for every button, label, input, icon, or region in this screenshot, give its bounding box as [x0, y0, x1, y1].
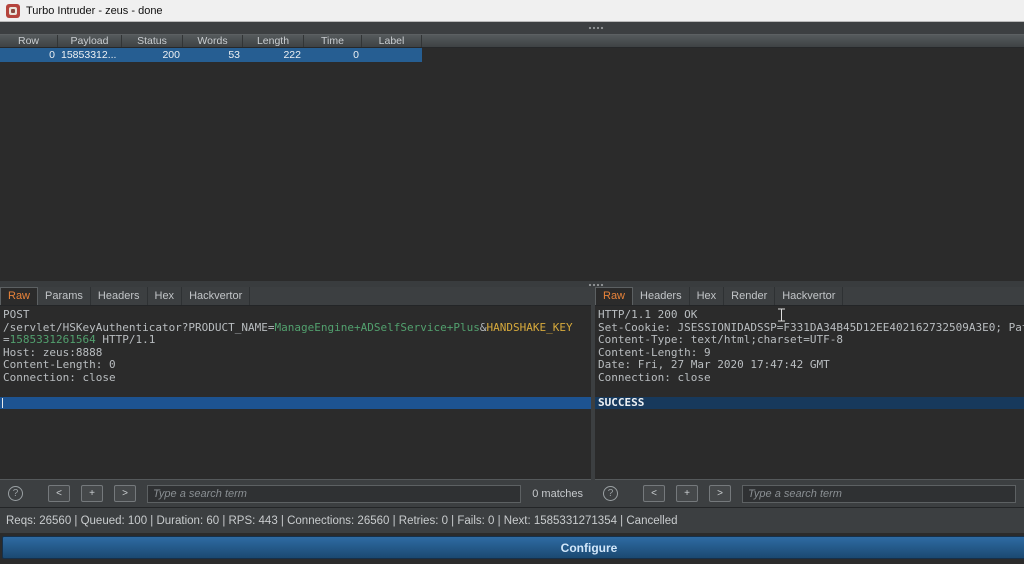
- request-tabbar: Raw Params Headers Hex Hackvertor: [0, 287, 591, 306]
- search-add-button[interactable]: +: [676, 485, 698, 502]
- code-segment: /servlet/HSKeyAuthenticator?PRODUCT_NAME…: [3, 321, 275, 334]
- column-header-length[interactable]: Length: [243, 35, 304, 47]
- column-header-time[interactable]: Time: [304, 35, 362, 47]
- search-prev-button[interactable]: <: [48, 485, 70, 502]
- tab-render[interactable]: Render: [724, 287, 775, 305]
- status-bar: Reqs: 26560 | Queued: 100 | Duration: 60…: [0, 507, 1024, 533]
- cell-words: 53: [183, 48, 243, 62]
- code-segment: SUCCESS: [598, 396, 644, 409]
- response-searchbar: ? < + >: [595, 479, 1024, 507]
- tab-hackvertor[interactable]: Hackvertor: [775, 287, 843, 305]
- code-segment: Set-Cookie: JSESSIONIDADSSP=F331DA34B45D…: [598, 321, 1024, 334]
- cell-status: 200: [122, 48, 183, 62]
- code-segment: Content-Length: 0: [3, 358, 116, 371]
- search-input[interactable]: [147, 485, 521, 503]
- code-segment: Connection: close: [3, 371, 116, 384]
- request-searchbar: ? < + > 0 matches: [0, 479, 591, 507]
- code-segment: Content-Type: text/html;charset=UTF-8: [598, 333, 843, 346]
- cell-length: 222: [243, 48, 304, 62]
- response-panel: Raw Headers Hex Render Hackvertor HTTP/1…: [595, 287, 1024, 507]
- turbo-intruder-window: Turbo Intruder - zeus - done Row Payload…: [0, 0, 1024, 564]
- code-line: Connection: close: [595, 372, 1024, 385]
- search-add-button[interactable]: +: [81, 485, 103, 502]
- code-segment: HANDSHAKE_KEY: [486, 321, 572, 334]
- code-segment: 1585331261564: [10, 333, 96, 346]
- help-icon[interactable]: ?: [603, 486, 618, 501]
- code-segment: Host: zeus:8888: [3, 346, 102, 359]
- column-header-filler: [422, 35, 1024, 47]
- column-header-row[interactable]: Row: [0, 35, 58, 47]
- tab-headers[interactable]: Headers: [91, 287, 148, 305]
- code-segment: Date: Fri, 27 Mar 2020 17:47:42 GMT: [598, 358, 830, 371]
- tab-raw[interactable]: Raw: [595, 287, 633, 305]
- column-header-status[interactable]: Status: [122, 35, 183, 47]
- search-input[interactable]: [742, 485, 1016, 503]
- request-panel: Raw Params Headers Hex Hackvertor POST/s…: [0, 287, 591, 507]
- cell-payload: 15853312...: [58, 48, 122, 62]
- request-editor[interactable]: POST/servlet/HSKeyAuthenticator?PRODUCT_…: [0, 306, 591, 479]
- search-next-button[interactable]: >: [114, 485, 136, 502]
- search-next-button[interactable]: >: [709, 485, 731, 502]
- code-segment: Connection: close: [598, 371, 711, 384]
- search-matches: 0 matches: [532, 488, 583, 500]
- tab-raw[interactable]: Raw: [0, 287, 38, 305]
- code-line: Connection: close: [0, 372, 591, 385]
- configure-button[interactable]: Configure: [2, 536, 1024, 559]
- code-segment: HTTP/1.1 200 OK: [598, 308, 697, 321]
- window-title: Turbo Intruder - zeus - done: [26, 5, 163, 17]
- help-icon[interactable]: ?: [8, 486, 23, 501]
- cell-row: 0: [0, 48, 58, 62]
- code-segment: ManageEngine+ADSelfService+Plus: [275, 321, 480, 334]
- code-line: [595, 384, 1024, 397]
- response-tabbar: Raw Headers Hex Render Hackvertor: [595, 287, 1024, 306]
- configure-label: Configure: [561, 541, 618, 555]
- table-row[interactable]: 0 15853312... 200 53 222 0: [0, 48, 422, 62]
- code-line: SUCCESS: [595, 397, 1024, 410]
- cell-time: 0: [304, 48, 362, 62]
- tab-headers[interactable]: Headers: [633, 287, 690, 305]
- status-text: Reqs: 26560 | Queued: 100 | Duration: 60…: [6, 515, 678, 527]
- message-editors: Raw Params Headers Hex Hackvertor POST/s…: [0, 287, 1024, 507]
- column-header-label[interactable]: Label: [362, 35, 422, 47]
- tab-params[interactable]: Params: [38, 287, 91, 305]
- code-line: [0, 384, 591, 397]
- code-segment: HTTP/1.1: [96, 333, 156, 346]
- response-editor[interactable]: HTTP/1.1 200 OKSet-Cookie: JSESSIONIDADS…: [595, 306, 1024, 479]
- tab-hex[interactable]: Hex: [690, 287, 725, 305]
- code-segment: =: [3, 333, 10, 346]
- tab-hackvertor[interactable]: Hackvertor: [182, 287, 250, 305]
- cell-label: [362, 48, 422, 62]
- tab-hex[interactable]: Hex: [148, 287, 183, 305]
- search-prev-button[interactable]: <: [643, 485, 665, 502]
- code-line: [0, 397, 591, 410]
- app-icon: [6, 4, 20, 18]
- code-segment: Content-Length: 9: [598, 346, 711, 359]
- code-segment: POST: [3, 308, 30, 321]
- splitter-handle-top[interactable]: [588, 26, 604, 30]
- top-strip: [0, 22, 1024, 34]
- results-table-header: Row Payload Status Words Length Time Lab…: [0, 34, 1024, 48]
- column-header-words[interactable]: Words: [183, 35, 243, 47]
- text-caret: [2, 398, 3, 408]
- title-bar[interactable]: Turbo Intruder - zeus - done: [0, 0, 1024, 22]
- column-header-payload[interactable]: Payload: [58, 35, 122, 47]
